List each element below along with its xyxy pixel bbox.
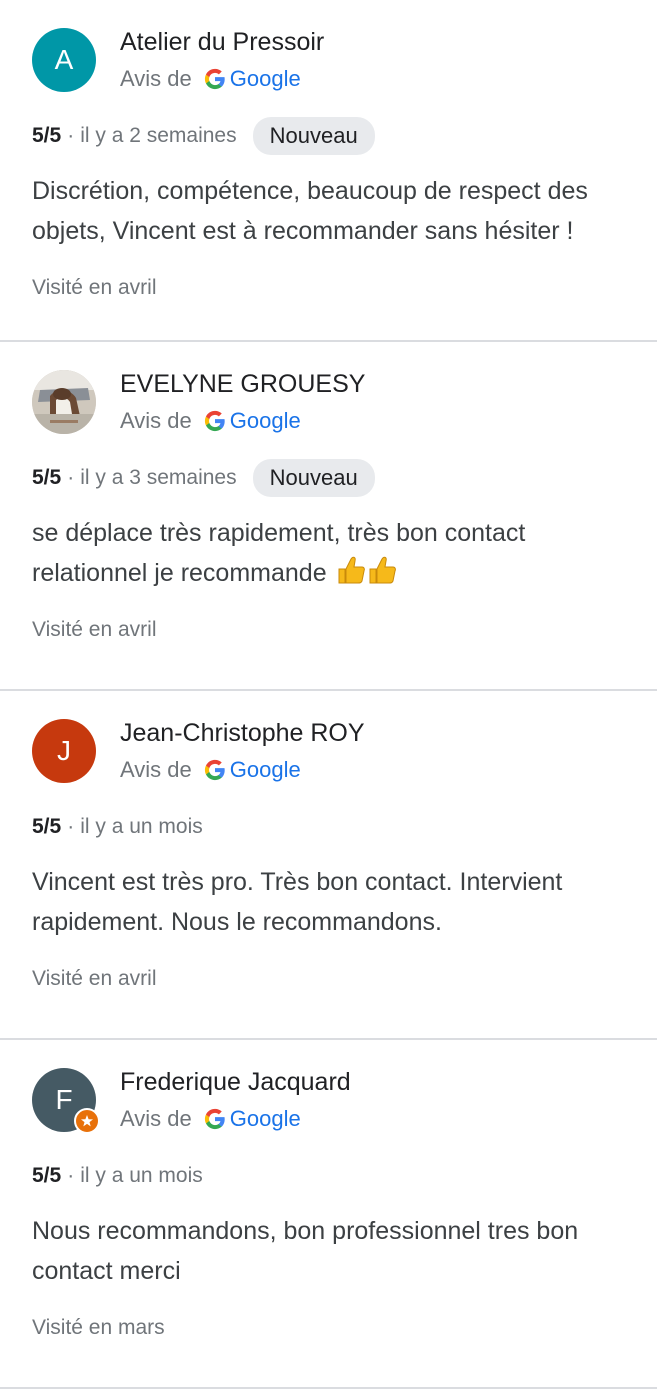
review-date: il y a 3 semaines — [80, 466, 237, 489]
source-label: Avis de — [120, 66, 192, 91]
meta-separator: · — [67, 124, 75, 147]
rating: 5/5 — [32, 466, 62, 489]
source-brand: Google — [229, 757, 301, 782]
review-text[interactable]: se déplace très rapidement, très bon con… — [32, 513, 644, 597]
review-text[interactable]: Nous recommandons, bon professionnel tre… — [32, 1211, 644, 1291]
review-source: Avis de Google — [120, 408, 301, 434]
avatar-letter: F — [55, 1084, 73, 1115]
new-badge: Nouveau — [252, 459, 375, 497]
google-g-icon — [204, 410, 225, 432]
review-card: J Jean-Christophe ROY Avis de Google 5/5… — [0, 691, 657, 1040]
meta-separator: · — [67, 466, 75, 489]
review-date: il y a un mois — [80, 1164, 203, 1187]
avatar[interactable]: A — [32, 28, 96, 92]
reviews-list: A Atelier du Pressoir Avis de Google 5/5… — [0, 0, 657, 1400]
source-brand: Google — [229, 408, 301, 433]
rating: 5/5 — [32, 815, 62, 838]
source-brand: Google — [229, 1106, 301, 1131]
review-card: F Frederique Jacquard Avis de Google 5/5… — [0, 1040, 657, 1389]
review-source: Avis de Google — [120, 66, 301, 92]
visited-date: Visité en mars — [32, 1316, 165, 1339]
review-meta: 5/5 · il y a 3 semaines Nouveau — [32, 459, 375, 497]
meta-separator: · — [67, 1164, 75, 1187]
review-source: Avis de Google — [120, 1106, 301, 1132]
review-meta: 5/5 · il y a 2 semaines Nouveau — [32, 117, 375, 155]
visited-date: Visité en avril — [32, 967, 157, 990]
review-text[interactable]: Vincent est très pro. Très bon contact. … — [32, 862, 644, 942]
review-date: il y a 2 semaines — [80, 124, 237, 147]
avatar-photo — [32, 370, 96, 434]
source-label: Avis de — [120, 408, 192, 433]
avatar-letter: J — [57, 735, 71, 766]
visited-date: Visité en avril — [32, 618, 157, 641]
reviewer-name[interactable]: Jean-Christophe ROY — [120, 719, 365, 748]
review-text-body: se déplace très rapidement, très bon con… — [32, 519, 526, 587]
google-g-icon — [204, 68, 225, 90]
reviewer-name[interactable]: Frederique Jacquard — [120, 1068, 351, 1097]
avatar[interactable]: J — [32, 719, 96, 783]
rating: 5/5 — [32, 124, 62, 147]
google-g-icon — [204, 1108, 225, 1130]
review-source: Avis de Google — [120, 757, 301, 783]
review-date: il y a un mois — [80, 815, 203, 838]
review-meta: 5/5 · il y a un mois — [32, 809, 203, 845]
reviewer-name[interactable]: Atelier du Pressoir — [120, 28, 324, 57]
review-meta: 5/5 · il y a un mois — [32, 1158, 203, 1194]
avatar[interactable]: F — [32, 1068, 100, 1134]
source-label: Avis de — [120, 757, 192, 782]
new-badge: Nouveau — [252, 117, 375, 155]
review-text[interactable]: Discrétion, compétence, beaucoup de resp… — [32, 171, 644, 251]
reviewer-name[interactable]: EVELYNE GROUESY — [120, 370, 365, 399]
thumbs-up-icon — [336, 555, 398, 597]
visited-date: Visité en avril — [32, 276, 157, 299]
local-guide-badge-icon — [74, 1108, 100, 1134]
review-card: A Atelier du Pressoir Avis de Google 5/5… — [0, 0, 657, 342]
rating: 5/5 — [32, 1164, 62, 1187]
source-label: Avis de — [120, 1106, 192, 1131]
avatar-letter: A — [54, 44, 74, 75]
review-card: EVELYNE GROUESY Avis de Google 5/5 · il … — [0, 342, 657, 691]
source-brand: Google — [229, 66, 301, 91]
meta-separator: · — [67, 815, 75, 838]
google-g-icon — [204, 759, 225, 781]
avatar[interactable] — [32, 370, 96, 434]
